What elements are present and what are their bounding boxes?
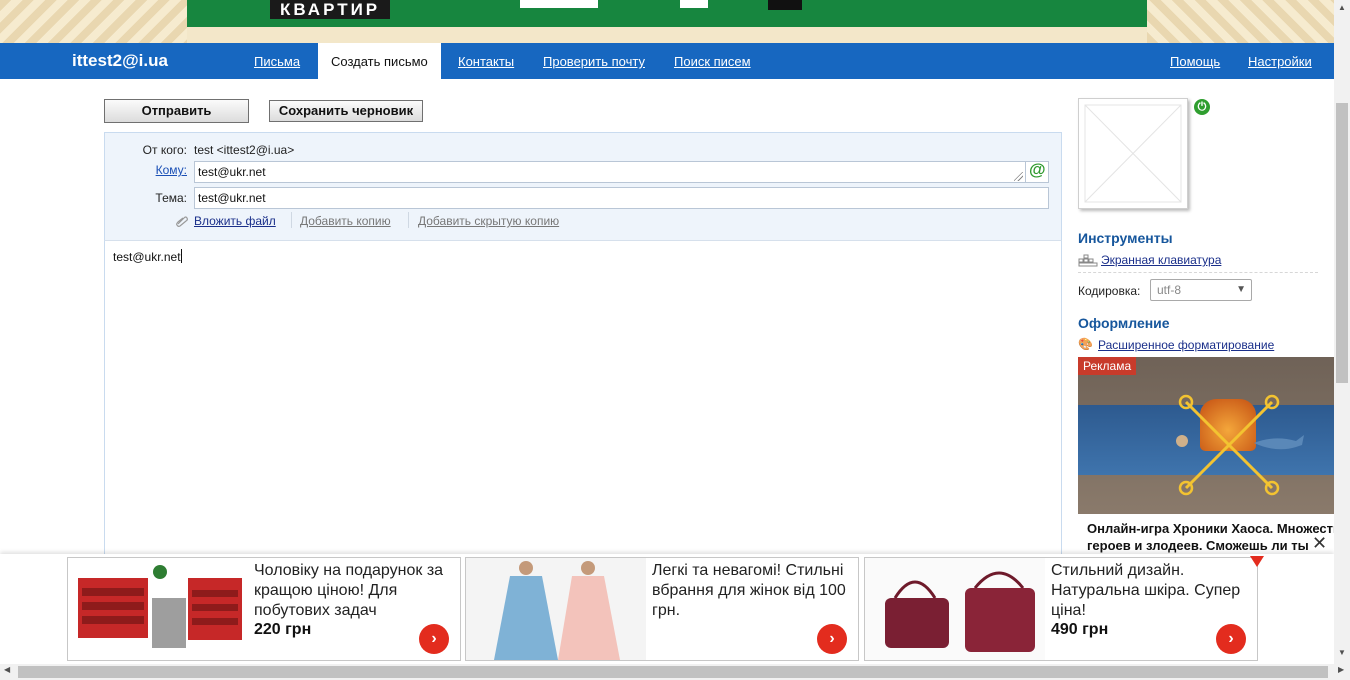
from-value: test <ittest2@i.ua> <box>194 143 295 157</box>
message-body-text: test@ukr.net <box>113 249 182 264</box>
main-nav: ittest2@i.ua Письма Создать письмо Конта… <box>0 43 1334 79</box>
ad-card[interactable]: Легкі та невагомі! Стильні вбрання для ж… <box>465 557 859 661</box>
banner-shape <box>520 0 598 8</box>
screen-keyboard-link[interactable]: Экранная клавиатура <box>1101 253 1221 267</box>
design-title: Оформление <box>1078 315 1170 331</box>
separator <box>291 212 292 228</box>
paperclip-icon <box>176 216 188 227</box>
subject-field[interactable]: test@ukr.net <box>194 187 1049 209</box>
banner-decoration-left <box>0 0 187 43</box>
sidebar-ad-image[interactable]: Реклама <box>1078 357 1334 514</box>
nav-compose[interactable]: Создать письмо <box>318 43 441 79</box>
horizontal-scrollbar[interactable]: ◀ ▶ <box>0 664 1350 680</box>
toolbox-image <box>68 558 248 660</box>
ad-caption-line: героев и злодеев. Сможешь ли ты <box>1087 538 1309 553</box>
advanced-formatting-link[interactable]: Расширенное форматирование <box>1098 338 1274 352</box>
nav-settings[interactable]: Настройки <box>1248 43 1312 79</box>
send-button[interactable]: Отправить <box>104 99 249 123</box>
nav-help[interactable]: Помощь <box>1170 43 1220 79</box>
add-bcc-link[interactable]: Добавить скрытую копию <box>418 214 559 228</box>
attach-file-link[interactable]: Вложить файл <box>194 214 276 228</box>
ad-price: 220 грн <box>254 621 312 638</box>
bottom-ad-strip: Чоловіку на подарунок за кращою ціною! Д… <box>0 554 1334 664</box>
resize-handle[interactable] <box>1014 172 1023 181</box>
ad-price: 490 грн <box>1051 621 1109 638</box>
scroll-down-icon[interactable]: ▼ <box>1334 648 1350 657</box>
chevron-down-icon: ▼ <box>1236 284 1246 295</box>
from-label: От кого: <box>142 143 187 157</box>
keyboard-icon <box>1078 254 1098 267</box>
nav-check-mail[interactable]: Проверить почту <box>543 43 645 79</box>
add-cc-link[interactable]: Добавить копию <box>300 214 391 228</box>
dresses-image <box>466 558 646 660</box>
logout-power-icon[interactable]: ⏻ <box>1194 99 1210 115</box>
ad-text: Легкі та невагомі! Стильні вбрання для ж… <box>652 562 846 619</box>
ad-game-pins <box>1176 394 1304 496</box>
separator <box>408 212 409 228</box>
banner-shape <box>680 0 708 8</box>
subject-field-value: test@ukr.net <box>198 191 266 205</box>
banner-shape <box>768 0 802 10</box>
to-field-value: test@ukr.net <box>198 165 266 179</box>
divider <box>1078 272 1318 273</box>
nav-letters[interactable]: Письма <box>254 43 300 79</box>
banner-text: КВАРТИР <box>270 0 391 19</box>
ad-badge: Реклама <box>1078 357 1137 375</box>
to-field[interactable]: test@ukr.net <box>194 161 1026 183</box>
save-draft-button[interactable]: Сохранить черновик <box>269 100 423 122</box>
close-icon[interactable]: ✕ <box>1312 533 1327 554</box>
ad-caption-line: Онлайн-игра Хроники Хаоса. Множество <box>1087 521 1334 536</box>
avatar-placeholder-icon <box>1084 104 1182 203</box>
scroll-right-icon[interactable]: ▶ <box>1338 665 1344 674</box>
banner-decoration-right <box>1147 0 1334 43</box>
top-banner-ad[interactable]: КВАРТИР <box>0 0 1334 43</box>
encoding-value: utf-8 <box>1157 283 1182 297</box>
palette-icon: 🎨 <box>1078 337 1093 351</box>
sidebar-ad-caption[interactable]: Онлайн-игра Хроники Хаоса. Множество гер… <box>1087 520 1334 556</box>
handbags-image <box>865 558 1045 660</box>
account-name: ittest2@i.ua <box>72 51 168 70</box>
subject-label: Тема: <box>155 191 187 205</box>
encoding-label: Кодировка: <box>1078 284 1141 298</box>
address-book-icon[interactable]: @ <box>1029 160 1046 180</box>
scrollbar-thumb[interactable] <box>1336 103 1348 383</box>
scroll-left-icon[interactable]: ◀ <box>4 665 10 674</box>
chevron-right-icon[interactable]: › <box>817 624 847 654</box>
ad-text: Стильний дизайн. Натуральна шкіра. Супер… <box>1051 562 1241 619</box>
scroll-up-icon[interactable]: ▲ <box>1334 3 1350 12</box>
tools-title: Инструменты <box>1078 230 1173 246</box>
avatar[interactable] <box>1078 98 1188 209</box>
chevron-right-icon[interactable]: › <box>1216 624 1246 654</box>
nav-search-mail[interactable]: Поиск писем <box>674 43 751 79</box>
vertical-scrollbar[interactable]: ▲ ▼ <box>1334 0 1350 664</box>
to-label-link[interactable]: Кому: <box>120 163 187 177</box>
ad-card[interactable]: Чоловіку на подарунок за кращою ціною! Д… <box>67 557 461 661</box>
ad-text: Чоловіку на подарунок за кращою ціною! Д… <box>254 562 444 619</box>
encoding-select[interactable]: utf-8 ▼ <box>1150 279 1252 301</box>
chevron-right-icon[interactable]: › <box>419 624 449 654</box>
message-body-editor[interactable]: test@ukr.net <box>104 240 1062 556</box>
scrollbar-thumb[interactable] <box>18 666 1328 678</box>
text-caret <box>180 249 182 263</box>
nav-contacts[interactable]: Контакты <box>458 43 514 79</box>
ad-info-icon[interactable] <box>1250 556 1264 567</box>
ad-card[interactable]: Стильний дизайн. Натуральна шкіра. Супер… <box>864 557 1258 661</box>
message-body-content: test@ukr.net <box>113 250 181 264</box>
